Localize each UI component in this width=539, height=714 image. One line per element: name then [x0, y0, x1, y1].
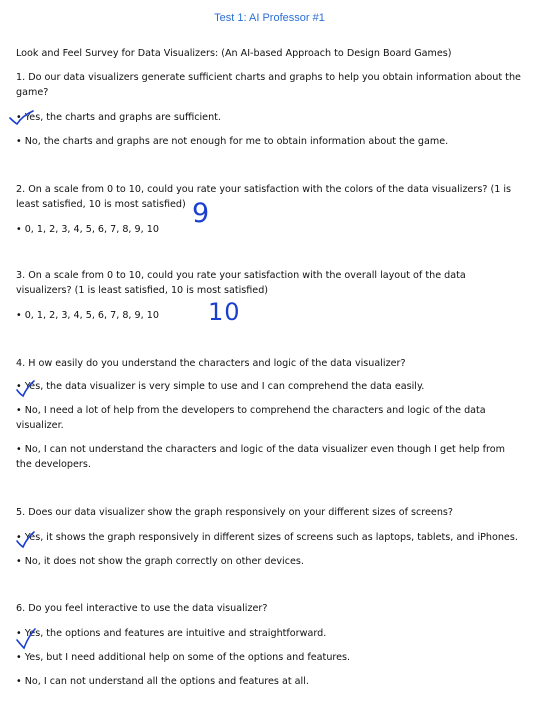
q1-option-no: • No, the charts and graphs are not enou… — [16, 136, 449, 147]
q1-option-yes: • Yes, the charts and graphs are suffici… — [16, 112, 221, 123]
q4-option-1: • Yes, the data visualizer is very simpl… — [16, 381, 425, 392]
q4-option-3: • No, I can not understand the character… — [16, 444, 505, 470]
question-3: 3. On a scale from 0 to 10, could you ra… — [16, 270, 466, 296]
question-5: 5. Does our data visualizer show the gra… — [16, 507, 454, 518]
q2-scale: • 0, 1, 2, 3, 4, 5, 6, 7, 8, 9, 10 — [16, 224, 159, 235]
q5-option-2: • No, it does not show the graph correct… — [16, 556, 304, 567]
question-4: 4. H ow easily do you understand the cha… — [16, 358, 406, 369]
page-header: Test 1: AI Professor #1 — [214, 12, 325, 24]
q6-option-1: • Yes, the options and features are intu… — [16, 628, 327, 639]
q6-option-3: • No, I can not understand all the optio… — [16, 676, 309, 687]
q4-option-2: • No, I need a lot of help from the deve… — [16, 405, 486, 431]
q2-handwritten-answer: 9 — [192, 198, 210, 229]
q3-scale: • 0, 1, 2, 3, 4, 5, 6, 7, 8, 9, 10 — [16, 310, 159, 321]
question-1: 1. Do our data visualizers generate suff… — [16, 72, 521, 98]
q3-handwritten-answer: 10 — [208, 298, 241, 326]
question-6: 6. Do you feel interactive to use the da… — [16, 603, 268, 614]
survey-title: Look and Feel Survey for Data Visualizer… — [16, 48, 452, 59]
q6-option-2: • Yes, but I need additional help on som… — [16, 652, 351, 663]
q5-option-1: • Yes, it shows the graph responsively i… — [16, 532, 518, 543]
question-2: 2. On a scale from 0 to 10, could you ra… — [16, 184, 512, 210]
